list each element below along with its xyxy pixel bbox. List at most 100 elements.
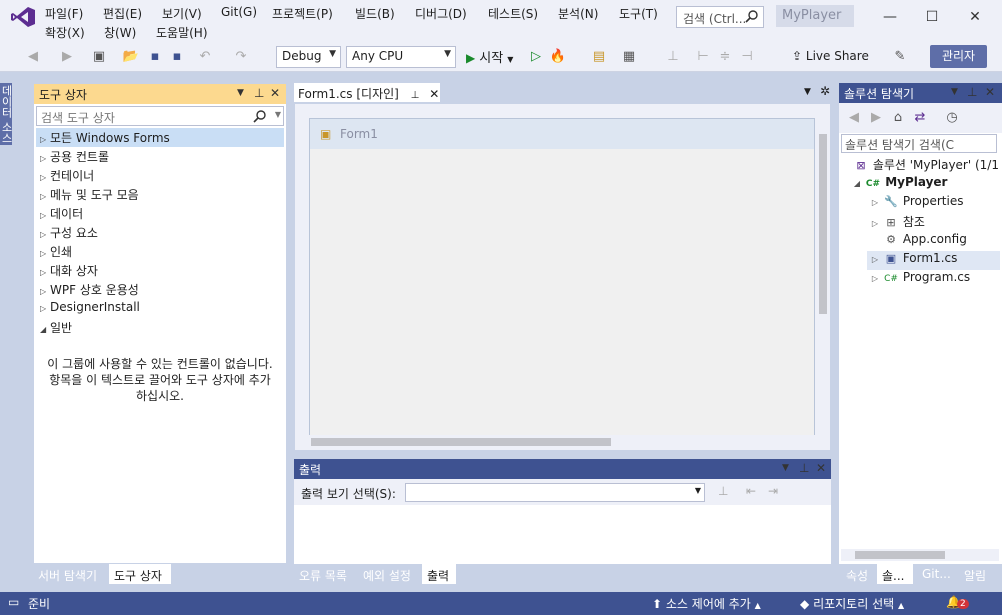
pin-icon[interactable]: ⊥ [967,85,977,99]
scroll-thumb[interactable] [311,438,611,446]
tab-notifications[interactable]: 알림 [959,564,999,584]
tree-item-form1[interactable]: ▷ ▣ Form1.cs [867,251,1000,270]
menu-debug[interactable]: 디버그(D) [415,5,467,22]
tab-properties[interactable]: 속성 [841,564,875,584]
maximize-button[interactable]: ☐ [912,4,952,30]
toolbox-search-input[interactable]: 검색 도구 상자 ▼ [36,106,284,126]
save-all-icon[interactable]: ▪ [168,48,186,66]
toolbox-category[interactable]: ◢ 일반 [36,318,284,337]
menu-edit[interactable]: 편집(E) [103,5,142,22]
solution-explorer-search-input[interactable]: 솔루션 탐색기 검색(C [841,134,997,153]
start-button[interactable]: ▶ 시작 ▼ [466,47,513,66]
menu-help[interactable]: 도움말(H) [156,24,208,41]
horizontal-scrollbar[interactable] [841,549,999,561]
tab-toolbox[interactable]: 도구 상자 [109,564,171,584]
menu-git[interactable]: Git(G) [221,5,257,19]
tab-form1-design[interactable]: Form1.cs [디자인] ⊥ ✕ [294,83,440,102]
dropdown-icon[interactable]: ▼ [804,87,811,97]
switch-views-icon[interactable]: ⇄ [911,109,929,127]
close-icon[interactable]: ✕ [270,86,280,100]
data-sources-tab[interactable]: 데이터 소스 [0,83,13,145]
layout-icon[interactable]: ▦ [620,48,638,66]
menu-build[interactable]: 빌드(B) [355,5,395,22]
dropdown-icon[interactable]: ▼ [237,88,244,98]
dropdown-icon[interactable]: ▼ [782,463,789,473]
history-icon[interactable]: ◷ [943,109,961,127]
close-icon[interactable]: ✕ [816,461,826,475]
tree-item-solution[interactable]: ⊠ 솔루션 'MyPlayer' (1/1 [853,156,999,175]
new-project-icon[interactable]: ▣ [90,48,108,66]
gear-icon[interactable]: ✲ [820,84,830,98]
menu-view[interactable]: 보기(V) [162,5,202,22]
next-message-icon[interactable]: ⇥ [768,484,778,498]
menu-project[interactable]: 프로젝트(P) [272,5,333,22]
toolbox-category[interactable]: ▷ 공용 컨트롤 [36,147,284,166]
forward-icon[interactable]: ▶ [58,48,76,66]
scroll-thumb[interactable] [855,551,945,559]
close-icon[interactable]: ✕ [429,87,439,101]
pin-icon[interactable]: ⊥ [799,461,809,475]
configuration-select[interactable]: Debug ▼ [276,46,341,68]
tree-item-references[interactable]: ▷ ⊞ 참조 [867,213,925,232]
designer-surface[interactable]: ▣ Form1 [294,103,831,451]
back-icon[interactable]: ◀ [845,109,863,127]
toolbox-category[interactable]: ▷ WPF 상호 운용성 [36,280,284,299]
admin-badge[interactable]: 관리자 [930,45,987,68]
back-icon[interactable]: ◀ [24,48,42,66]
live-share-button[interactable]: ⇪ Live Share [792,49,869,63]
toolbox-category[interactable]: ▷ DesignerInstall [36,299,284,318]
tab-server-explorer[interactable]: 서버 탐색기 [33,564,107,584]
close-icon[interactable]: ✕ [985,85,995,99]
search-input[interactable]: 검색 (Ctrl... [676,6,764,28]
redo-icon[interactable]: ↷ [232,48,250,66]
minimize-button[interactable]: — [870,4,910,30]
pin-icon[interactable]: ⊥ [411,90,420,101]
add-to-source-control-button[interactable]: ⬆ 소스 제어에 추가 ▲ [652,595,761,612]
menu-file[interactable]: 파일(F) [45,5,83,22]
menu-tools[interactable]: 도구(T) [619,5,658,22]
chevron-down-icon[interactable]: ▼ [275,110,281,119]
undo-icon[interactable]: ↶ [196,48,214,66]
form-window[interactable]: ▣ Form1 [309,118,815,440]
open-folder-icon[interactable]: 📂 [122,48,140,66]
menu-test[interactable]: 테스트(S) [488,5,538,22]
align-center-icon[interactable]: ≑ [716,48,734,66]
toolbox-category[interactable]: ▷ 메뉴 및 도구 모음 [36,185,284,204]
tab-git[interactable]: Git... [917,564,957,584]
menu-window[interactable]: 창(W) [104,24,136,41]
visual-studio-logo-icon[interactable] [10,6,36,28]
vertical-scrollbar[interactable] [816,120,830,436]
previous-message-icon[interactable]: ⇤ [746,484,756,498]
toolbox-category[interactable]: ▷ 구성 요소 [36,223,284,242]
toolbox-category[interactable]: ▷ 데이터 [36,204,284,223]
pin-icon[interactable]: ⊥ [254,86,264,100]
toolbox-category[interactable]: ▷ 모든 Windows Forms [36,128,284,147]
align-right-icon[interactable]: ⊣ [738,48,756,66]
browse-folder-icon[interactable]: ▤ [590,48,608,66]
close-button[interactable]: ✕ [955,4,995,30]
tab-error-list[interactable]: 오류 목록 [294,564,356,584]
horizontal-scrollbar[interactable] [297,435,817,449]
menu-analyze[interactable]: 분석(N) [558,5,598,22]
platform-select[interactable]: Any CPU ▼ [346,46,456,68]
tree-item-appconfig[interactable]: ⚙ App.config [867,232,967,251]
forward-icon[interactable]: ▶ [867,109,885,127]
tab-solution-explorer[interactable]: 솔... [877,564,913,584]
tab-output[interactable]: 출력 [422,564,456,584]
start-without-debugging-icon[interactable]: ▷ [527,48,545,66]
find-message-icon[interactable]: ⊥ [718,484,728,498]
save-icon[interactable]: ▪ [146,48,164,66]
align-icon[interactable]: ⊥ [664,48,682,66]
tree-item-program[interactable]: ▷ C# Program.cs [867,270,970,289]
toolbox-category[interactable]: ▷ 컨테이너 [36,166,284,185]
menu-extensions[interactable]: 확장(X) [45,24,85,41]
hot-reload-icon[interactable]: 🔥 [549,48,567,66]
tab-exception-settings[interactable]: 예외 설정 [358,564,420,584]
notifications-button[interactable]: 🔔2 [946,595,969,609]
output-source-select[interactable]: ▼ [405,483,705,502]
home-icon[interactable]: ⌂ [889,109,907,127]
align-left-icon[interactable]: ⊢ [694,48,712,66]
feedback-icon[interactable]: ✎ [891,48,909,66]
scroll-thumb[interactable] [819,134,827,314]
tree-item-project[interactable]: ◢ C# MyPlayer [849,175,948,194]
